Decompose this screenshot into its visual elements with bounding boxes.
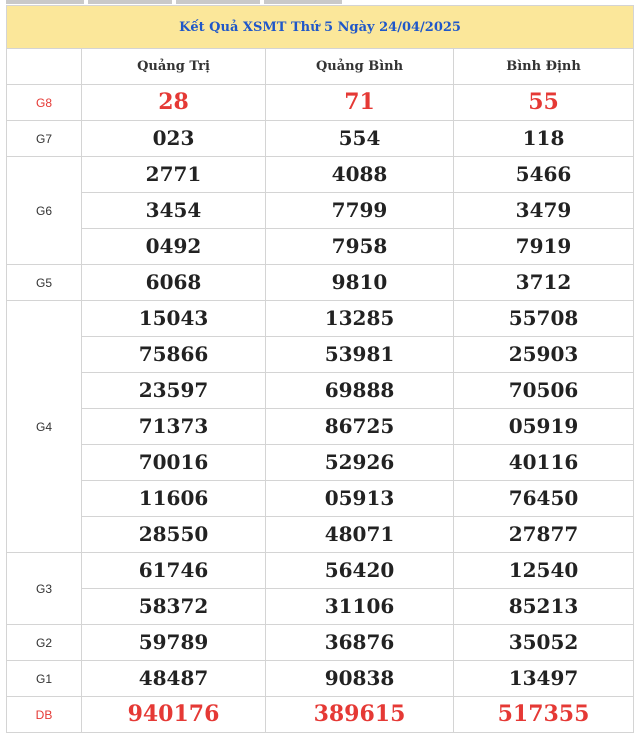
province-header: Quảng Bình: [265, 48, 454, 85]
prize-number: 55708: [452, 300, 635, 337]
top-tab-strip: [0, 0, 639, 4]
tab-strip-segment: [176, 0, 260, 4]
prize-number: 48071: [265, 516, 454, 553]
prize-number: 25903: [452, 336, 635, 373]
prize-number: 0492: [81, 228, 266, 265]
corner-cell: [6, 48, 82, 85]
prize-number: 6068: [81, 264, 266, 301]
prize-number: 71: [265, 84, 454, 121]
prize-number: 27877: [452, 516, 635, 553]
tab-strip-segment: [88, 0, 172, 4]
prize-number: 58372: [81, 588, 266, 625]
prize-number: 75866: [81, 336, 266, 373]
prize-row: G8 28 71 55: [6, 84, 635, 121]
prize-row: 11606 05913 76450: [7, 480, 635, 517]
prize-number: 118: [452, 120, 635, 157]
prize-number: 48487: [81, 660, 266, 697]
prize-number: 7799: [265, 192, 454, 229]
prize-row: G7 023 554 118: [6, 120, 635, 157]
prize-number: 31106: [265, 588, 454, 625]
prize-number: 9810: [265, 264, 454, 301]
prize-number: 71373: [81, 408, 266, 445]
prize-row: 71373 86725 05919: [7, 408, 635, 445]
prize-number: 35052: [452, 624, 635, 661]
prize-label: G7: [6, 120, 82, 157]
prize-number: 13285: [265, 300, 454, 337]
prize-number: 4088: [265, 156, 454, 193]
prize-number: 28: [81, 84, 266, 121]
prize-number: 389615: [265, 696, 454, 733]
results-title: Kết Quả XSMT Thứ 5 Ngày 24/04/2025: [5, 5, 635, 49]
prize-label: G5: [6, 264, 82, 301]
province-header: Quảng Trị: [81, 48, 266, 85]
prize-number: 52926: [265, 444, 454, 481]
prize-number: 85213: [452, 588, 635, 625]
province-header: Bình Định: [452, 48, 635, 85]
prize-row: 23597 69888 70506: [7, 372, 635, 409]
prize-row: G6 2771 4088 5466: [6, 156, 635, 265]
prize-row: 58372 31106 85213: [7, 588, 635, 625]
prize-number: 517355: [452, 696, 635, 733]
prize-number: 55: [452, 84, 635, 121]
prize-number: 40116: [452, 444, 635, 481]
prize-label: G1: [6, 660, 82, 697]
prize-label: G6: [6, 156, 82, 265]
prize-label: DB: [6, 696, 82, 733]
prize-number: 13497: [452, 660, 635, 697]
prize-number: 3479: [452, 192, 635, 229]
prize-number: 28550: [81, 516, 266, 553]
prize-number: 53981: [265, 336, 454, 373]
prize-row: 70016 52926 40116: [7, 444, 635, 481]
prize-number: 12540: [452, 552, 635, 589]
prize-row: DB 940176 389615 517355: [6, 696, 635, 733]
prize-number: 76450: [452, 480, 635, 517]
prize-number: 23597: [81, 372, 266, 409]
prize-label: G4: [6, 300, 82, 553]
prize-number: 70016: [81, 444, 266, 481]
prize-number: 05913: [265, 480, 454, 517]
prize-row: G2 59789 36876 35052: [6, 624, 635, 661]
prize-number: 69888: [265, 372, 454, 409]
tab-strip-segment: [264, 0, 342, 4]
title-row: Kết Quả XSMT Thứ 5 Ngày 24/04/2025: [5, 5, 635, 49]
prize-row: 0492 7958 7919: [7, 228, 635, 265]
prize-row: G3 61746 56420 12540: [6, 552, 635, 625]
prize-number: 023: [81, 120, 266, 157]
prize-number: 7958: [265, 228, 454, 265]
tab-strip-segment: [6, 0, 84, 4]
province-header-row: Quảng Trị Quảng Bình Bình Định: [6, 48, 635, 85]
prize-row: 75866 53981 25903: [7, 336, 635, 373]
prize-row: 28550 48071 27877: [7, 516, 635, 553]
prize-label: G8: [6, 84, 82, 121]
prize-number: 3712: [452, 264, 635, 301]
prize-number: 86725: [265, 408, 454, 445]
prize-row: G5 6068 9810 3712: [6, 264, 635, 301]
prize-number: 90838: [265, 660, 454, 697]
prize-number: 56420: [265, 552, 454, 589]
prize-number: 2771: [81, 156, 266, 193]
prize-row: 3454 7799 3479: [7, 192, 635, 229]
lottery-results-table: Kết Quả XSMT Thứ 5 Ngày 24/04/2025 Quảng…: [5, 5, 635, 733]
prize-number: 05919: [452, 408, 635, 445]
prize-number: 61746: [81, 552, 266, 589]
prize-number: 36876: [265, 624, 454, 661]
prize-number: 70506: [452, 372, 635, 409]
prize-number: 15043: [81, 300, 266, 337]
prize-number: 5466: [452, 156, 635, 193]
prize-number: 3454: [81, 192, 266, 229]
prize-number: 7919: [452, 228, 635, 265]
prize-number: 59789: [81, 624, 266, 661]
prize-number: 940176: [81, 696, 266, 733]
prize-number: 11606: [81, 480, 266, 517]
prize-number: 554: [265, 120, 454, 157]
prize-label: G3: [6, 552, 82, 625]
prize-row: G1 48487 90838 13497: [6, 660, 635, 697]
prize-row: G4 15043 13285 55708: [6, 300, 635, 553]
prize-label: G2: [6, 624, 82, 661]
